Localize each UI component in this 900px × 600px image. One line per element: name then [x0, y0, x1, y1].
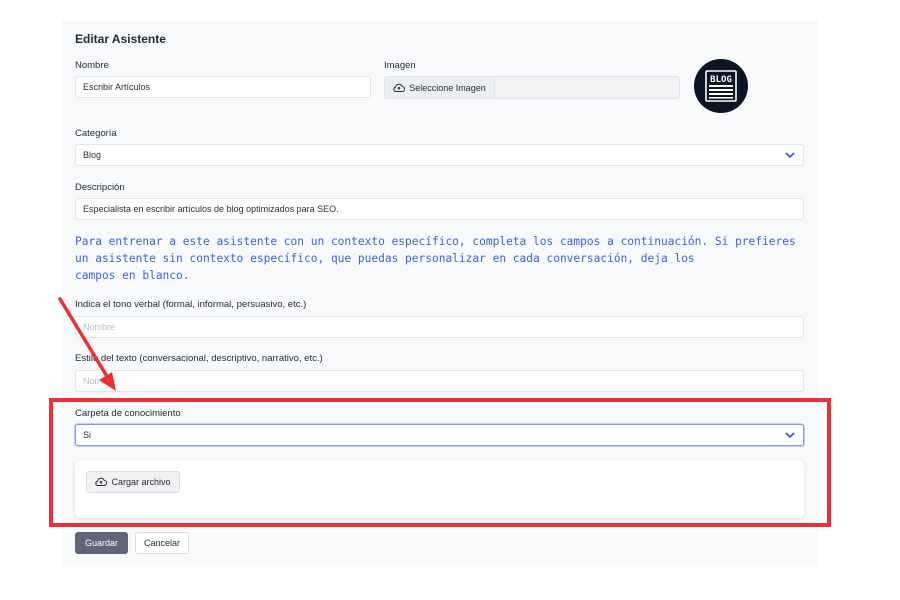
page-title: Editar Asistente	[75, 32, 166, 46]
select-image-button[interactable]: Seleccione Imagen	[385, 77, 495, 98]
carpeta-select[interactable]: Si	[75, 424, 804, 446]
carpeta-label: Carpeta de conocimiento	[75, 408, 181, 419]
select-image-label: Seleccione Imagen	[409, 82, 486, 93]
upload-file-label: Cargar archivo	[111, 477, 171, 487]
upload-file-button[interactable]: Cargar archivo	[86, 471, 180, 493]
imagen-label: Imagen	[384, 60, 416, 71]
estilo-input[interactable]: Nombre	[75, 370, 804, 392]
categoria-label: Categoría	[75, 128, 117, 139]
cloud-upload-icon	[393, 83, 406, 92]
info-line: Para entrenar a este asistente con un co…	[75, 235, 796, 248]
chevron-down-icon	[785, 432, 795, 439]
descripcion-label: Descripción	[75, 182, 125, 193]
context-info-text: Para entrenar a este asistente con un co…	[75, 233, 810, 284]
chevron-down-icon	[785, 152, 795, 159]
carpeta-value: Si	[83, 430, 92, 440]
tono-label: Indica el tono verbal (formal, informal,…	[75, 299, 307, 310]
nombre-label: Nombre	[75, 60, 109, 71]
categoria-value: Blog	[83, 150, 102, 160]
tono-input[interactable]: Nombre	[75, 316, 804, 338]
imagen-file-field[interactable]: Seleccione Imagen	[384, 76, 680, 99]
info-line: un asistente sin contexto específico, qu…	[75, 252, 695, 265]
save-button[interactable]: Guardar	[75, 532, 128, 554]
blog-logo-icon: BLOG	[694, 59, 748, 113]
upload-panel	[75, 460, 804, 518]
nombre-input[interactable]: Escribir Artículos	[75, 76, 371, 98]
blog-logo-text: BLOG	[710, 75, 732, 85]
estilo-label: Estilo del texto (conversacional, descri…	[75, 353, 323, 364]
blog-logo-graphic: BLOG	[705, 70, 737, 102]
descripcion-input[interactable]: Especialista en escribir artículos de bl…	[75, 198, 804, 220]
info-line: campos en blanco.	[75, 269, 190, 282]
categoria-select[interactable]: Blog	[75, 144, 804, 166]
cancel-button[interactable]: Cancelar	[135, 532, 189, 554]
cloud-upload-icon	[95, 477, 108, 487]
